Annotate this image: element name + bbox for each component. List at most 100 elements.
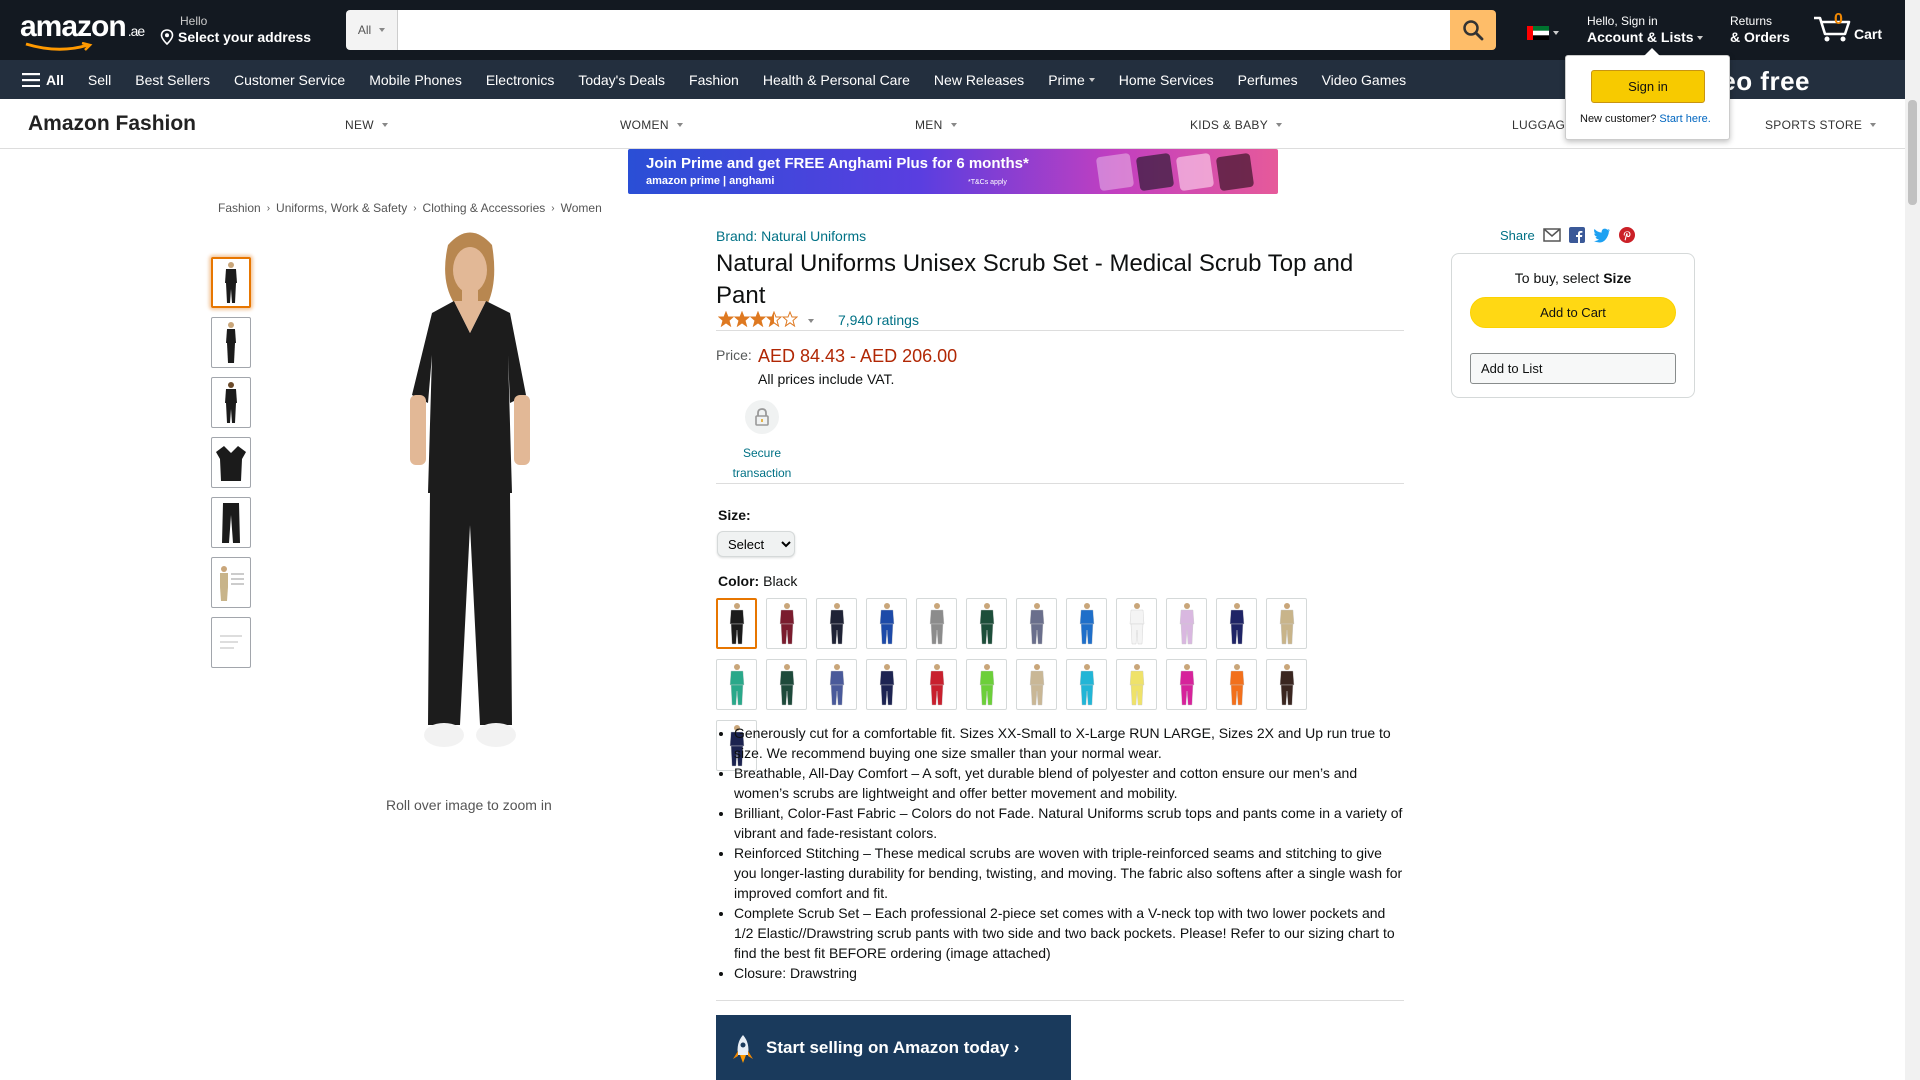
breadcrumb-link-uniforms[interactable]: Uniforms, Work & Safety <box>276 201 407 215</box>
thumbnail-pants[interactable] <box>211 497 251 548</box>
color-swatch[interactable] <box>816 598 857 649</box>
nav-link-health-personal-care[interactable]: Health & Personal Care <box>763 72 910 88</box>
thumbnail-top[interactable] <box>211 437 251 488</box>
start-selling-banner[interactable]: Start selling on Amazon today › <box>716 1015 1071 1080</box>
nav-link-sell[interactable]: Sell <box>88 72 111 88</box>
pinterest-icon[interactable] <box>1618 227 1635 243</box>
returns-orders[interactable]: Returns & Orders <box>1730 14 1790 46</box>
nav-link-fashion[interactable]: Fashion <box>689 72 739 88</box>
store-title[interactable]: Amazon Fashion <box>28 112 196 136</box>
thumbnail-size-guide[interactable] <box>211 617 251 668</box>
page-scrollbar[interactable] <box>1905 0 1920 1080</box>
start-selling-label: Start selling on Amazon today › <box>766 1037 1020 1057</box>
subnav-item-women[interactable]: WOMEN <box>620 118 683 132</box>
all-menu-button[interactable]: All <box>22 72 64 88</box>
thumbnail-strip <box>211 257 251 677</box>
scrub-figure-image <box>779 663 794 705</box>
subnav-item-men[interactable]: MEN <box>915 118 957 132</box>
scrub-figure-image <box>1079 663 1094 705</box>
color-swatch[interactable] <box>1066 598 1107 649</box>
thumbnail-full-outfit-back[interactable] <box>211 377 251 428</box>
color-swatch[interactable] <box>1216 598 1257 649</box>
search-department-dropdown[interactable]: All <box>346 10 398 50</box>
color-swatch[interactable] <box>1166 659 1207 710</box>
nav-link-prime[interactable]: Prime <box>1048 72 1095 88</box>
color-swatch[interactable] <box>1116 598 1157 649</box>
color-swatch[interactable] <box>916 598 957 649</box>
brand-link[interactable]: Brand: Natural Uniforms <box>716 228 866 244</box>
color-swatch[interactable] <box>716 659 757 710</box>
color-swatch[interactable] <box>1166 598 1207 649</box>
breadcrumb-link-fashion[interactable]: Fashion <box>218 201 261 215</box>
thumbnail-size-chart[interactable] <box>211 557 251 608</box>
color-swatch[interactable] <box>1016 659 1057 710</box>
secure-transaction-label[interactable]: Secure transaction <box>722 443 802 483</box>
nav-link-home-services[interactable]: Home Services <box>1119 72 1214 88</box>
scrollbar-thumb[interactable] <box>1908 100 1917 205</box>
color-swatch[interactable] <box>1216 659 1257 710</box>
color-swatch[interactable] <box>1266 659 1307 710</box>
nav-link-perfumes[interactable]: Perfumes <box>1238 72 1298 88</box>
color-swatch[interactable] <box>966 659 1007 710</box>
amazon-logo[interactable]: amazon .ae <box>20 12 145 51</box>
subnav-item-sports-store[interactable]: SPORTS STORE <box>1765 118 1877 132</box>
account-lists[interactable]: Hello, Sign in Account & Lists <box>1587 14 1704 46</box>
new-customer-label: New customer? <box>1580 113 1657 125</box>
color-swatch[interactable] <box>1266 598 1307 649</box>
subnav-item-new[interactable]: NEW <box>345 118 388 132</box>
new-customer-text: New customer? Start here. <box>1580 113 1711 125</box>
color-swatch[interactable] <box>1016 598 1057 649</box>
nav-link-mobile-phones[interactable]: Mobile Phones <box>369 72 462 88</box>
nav-link-customer-service[interactable]: Customer Service <box>234 72 345 88</box>
share-label[interactable]: Share <box>1500 228 1535 243</box>
color-swatch[interactable] <box>766 659 807 710</box>
star-rating[interactable] <box>717 310 814 330</box>
scrub-figure-image <box>225 261 237 303</box>
nav-link-best-sellers[interactable]: Best Sellers <box>135 72 210 88</box>
thumbnail-full-outfit-front[interactable] <box>211 257 251 308</box>
breadcrumb-link-women[interactable]: Women <box>561 201 602 215</box>
color-swatch[interactable] <box>766 598 807 649</box>
ratings-count-link[interactable]: 7,940 ratings <box>838 312 919 328</box>
subnav-item-kids-baby[interactable]: KIDS & BABY <box>1190 118 1282 132</box>
scrub-figure-image <box>729 663 744 705</box>
color-swatch[interactable] <box>1066 659 1107 710</box>
feature-bullet: Closure: Drawstring <box>734 963 1404 983</box>
scrub-figure-image <box>1179 663 1194 705</box>
color-swatch[interactable] <box>866 659 907 710</box>
start-here-link[interactable]: Start here. <box>1659 113 1710 125</box>
color-swatch[interactable] <box>866 598 907 649</box>
chevron-down-icon <box>381 123 388 127</box>
nav-link-todays-deals[interactable]: Today's Deals <box>578 72 665 88</box>
prime-anghami-banner[interactable]: Join Prime and get FREE Anghami Plus for… <box>628 149 1278 194</box>
color-swatch[interactable] <box>966 598 1007 649</box>
language-selector[interactable] <box>1527 26 1559 40</box>
deliver-to[interactable]: Hello Select your address <box>160 14 311 46</box>
nav-link-electronics[interactable]: Electronics <box>486 72 554 88</box>
nav-link-new-releases[interactable]: New Releases <box>934 72 1024 88</box>
color-swatch[interactable] <box>716 598 757 649</box>
secure-transaction-badge[interactable] <box>745 400 779 434</box>
color-swatch[interactable] <box>816 659 857 710</box>
email-icon[interactable] <box>1542 228 1561 242</box>
search-button[interactable] <box>1450 10 1496 50</box>
main-product-image[interactable] <box>370 225 570 785</box>
add-to-cart-button[interactable]: Add to Cart <box>1470 297 1676 328</box>
breadcrumb: Fashion › Uniforms, Work & Safety › Clot… <box>218 201 602 215</box>
color-swatch[interactable] <box>1116 659 1157 710</box>
product-title: Natural Uniforms Unisex Scrub Set - Medi… <box>716 250 1354 309</box>
breadcrumb-link-clothing[interactable]: Clothing & Accessories <box>423 201 546 215</box>
size-dropdown[interactable]: Select <box>717 531 795 557</box>
color-swatch[interactable] <box>916 659 957 710</box>
cart-button[interactable]: 0 Cart <box>1812 11 1882 44</box>
lock-icon <box>755 408 769 426</box>
twitter-icon[interactable] <box>1593 228 1611 243</box>
feature-bullets: Generously cut for a comfortable fit. Si… <box>716 723 1404 983</box>
facebook-icon[interactable] <box>1568 227 1585 243</box>
nav-link-video-games[interactable]: Video Games <box>1322 72 1407 88</box>
search-input[interactable] <box>398 10 1450 50</box>
sign-in-button[interactable]: Sign in <box>1591 70 1705 103</box>
subnav-item-label: MEN <box>915 118 943 132</box>
thumbnail-full-outfit-side[interactable] <box>211 317 251 368</box>
add-to-list-button[interactable]: Add to List <box>1470 353 1676 384</box>
